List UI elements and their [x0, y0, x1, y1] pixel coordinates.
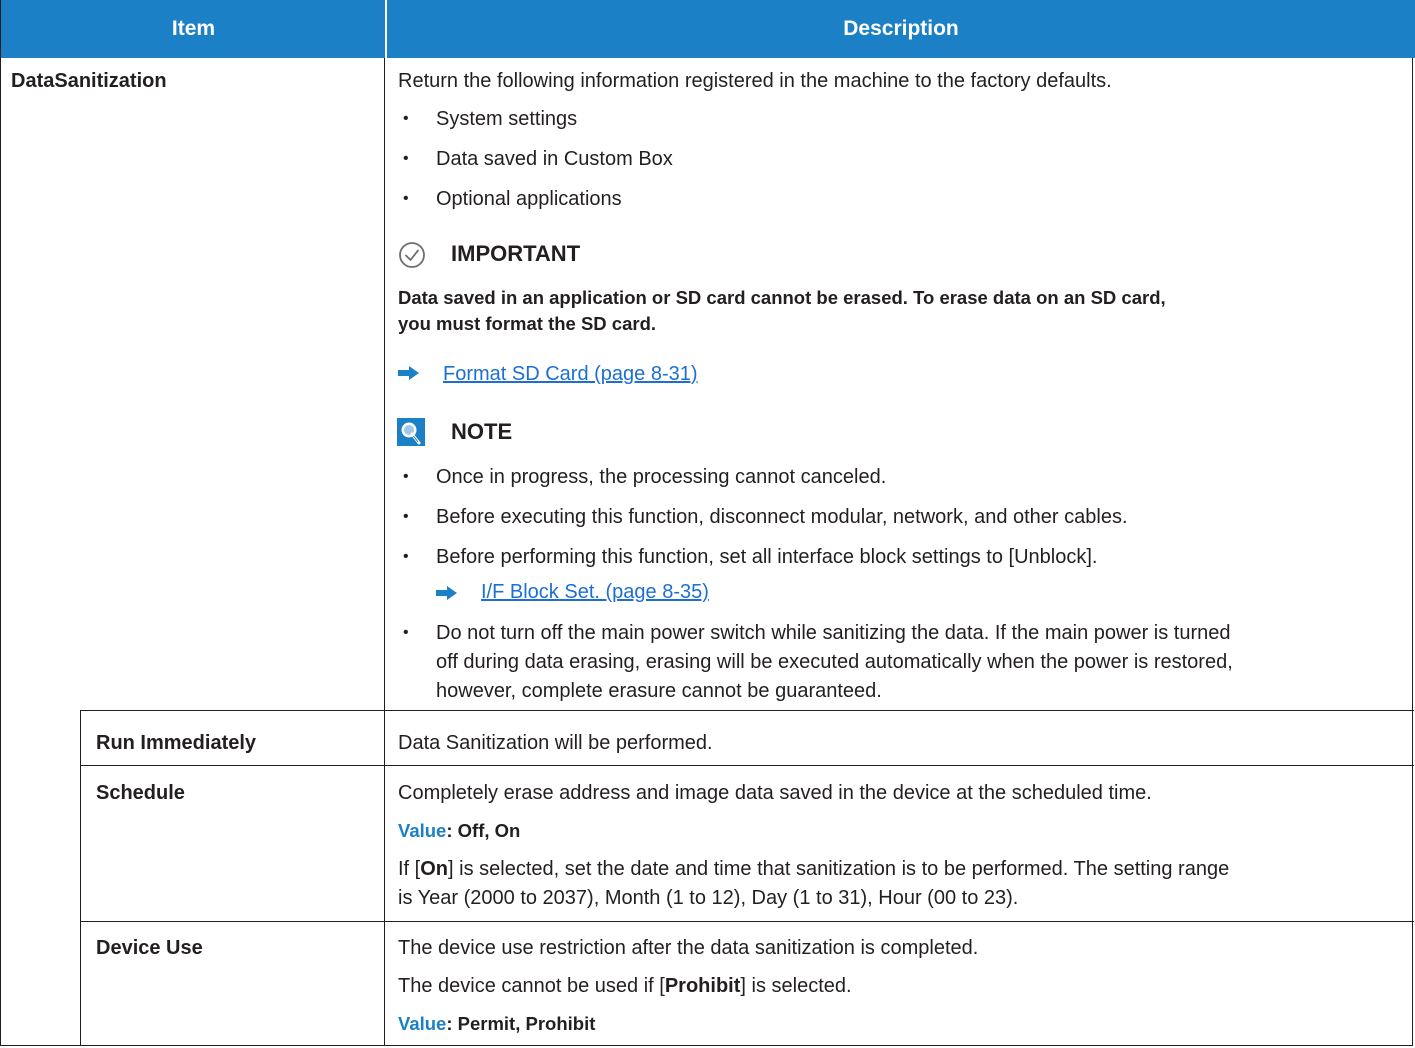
prohibit-option: Prohibit: [664, 975, 741, 997]
schedule-detail-line-1: If [On] is selected, set the date and ti…: [398, 857, 1229, 881]
list-item: System settings: [436, 108, 578, 130]
schedule-detail-line-2: is Year (2000 to 2037), Month (1 to 12),…: [398, 887, 1019, 909]
if-block-set-link[interactable]: I/F Block Set. (page 8-35): [481, 580, 709, 604]
subitem-indent-line: [80, 710, 81, 1046]
item-device-use: Device Use: [96, 937, 203, 959]
note-item-4-line-1: Do not turn off the main power switch wh…: [436, 622, 1231, 644]
value-label: Value: [398, 820, 447, 841]
bullet-icon: •: [403, 150, 409, 167]
device-use-detail: The device cannot be used if [Prohibit] …: [398, 974, 852, 998]
column-divider: [384, 58, 385, 1046]
device-use-value: Value: Permit, Prohibit: [398, 1012, 595, 1036]
row-divider: [80, 921, 1414, 922]
text-fragment: ] is selected, set the date and time tha…: [448, 858, 1230, 880]
header-item: Item: [171, 17, 216, 40]
schedule-value: Value: Off, On: [398, 819, 520, 843]
lightbulb-icon: [397, 418, 425, 446]
important-line-1: Data saved in an application or SD card …: [398, 287, 1166, 308]
on-option: On: [420, 858, 449, 880]
bullet-icon: •: [403, 468, 409, 485]
device-use-description: The device use restriction after the dat…: [398, 937, 979, 959]
settings-table: Item Description DataSanitization Return…: [0, 0, 1415, 1046]
datasanitization-intro: Return the following information registe…: [398, 70, 1112, 92]
note-title: NOTE: [451, 419, 513, 444]
schedule-value-text: : Off, On: [446, 820, 521, 841]
header-description: Description: [843, 17, 959, 40]
value-label: Value: [398, 1013, 447, 1034]
text-fragment: ] is selected.: [740, 975, 852, 997]
right-arrow-icon: [398, 366, 419, 380]
list-item: Optional applications: [436, 188, 622, 210]
text-fragment: If [: [398, 858, 421, 880]
schedule-description: Completely erase address and image data …: [398, 782, 1152, 804]
device-use-value-text: : Permit, Prohibit: [446, 1013, 596, 1034]
bullet-icon: •: [403, 110, 409, 127]
text-fragment: The device cannot be used if [: [398, 975, 665, 997]
check-circle-icon: [399, 242, 425, 268]
list-item: Data saved in Custom Box: [436, 148, 673, 170]
note-item-1: Once in progress, the processing cannot …: [436, 466, 887, 488]
note-item-4-line-2: off during data erasing, erasing will be…: [436, 651, 1233, 673]
run-immediately-description: Data Sanitization will be performed.: [398, 732, 713, 754]
item-datasanitization: DataSanitization: [11, 70, 167, 92]
bullet-icon: •: [403, 624, 409, 641]
important-title: IMPORTANT: [451, 241, 581, 266]
item-run-immediately: Run Immediately: [96, 732, 257, 754]
bullet-icon: •: [403, 548, 409, 565]
format-sd-card-link[interactable]: Format SD Card (page 8-31): [443, 362, 698, 386]
item-schedule: Schedule: [96, 782, 185, 804]
row-divider: [80, 710, 1414, 711]
note-item-2: Before executing this function, disconne…: [436, 506, 1128, 528]
right-arrow-icon: [436, 586, 457, 600]
bullet-icon: •: [403, 508, 409, 525]
table-header: Item Description: [1, 0, 1415, 58]
bullet-icon: •: [403, 190, 409, 207]
row-divider: [80, 765, 1414, 766]
note-item-4-line-3: however, complete erasure cannot be guar…: [436, 680, 882, 702]
note-item-3: Before performing this function, set all…: [436, 546, 1098, 568]
important-line-2: you must format the SD card.: [398, 313, 657, 334]
